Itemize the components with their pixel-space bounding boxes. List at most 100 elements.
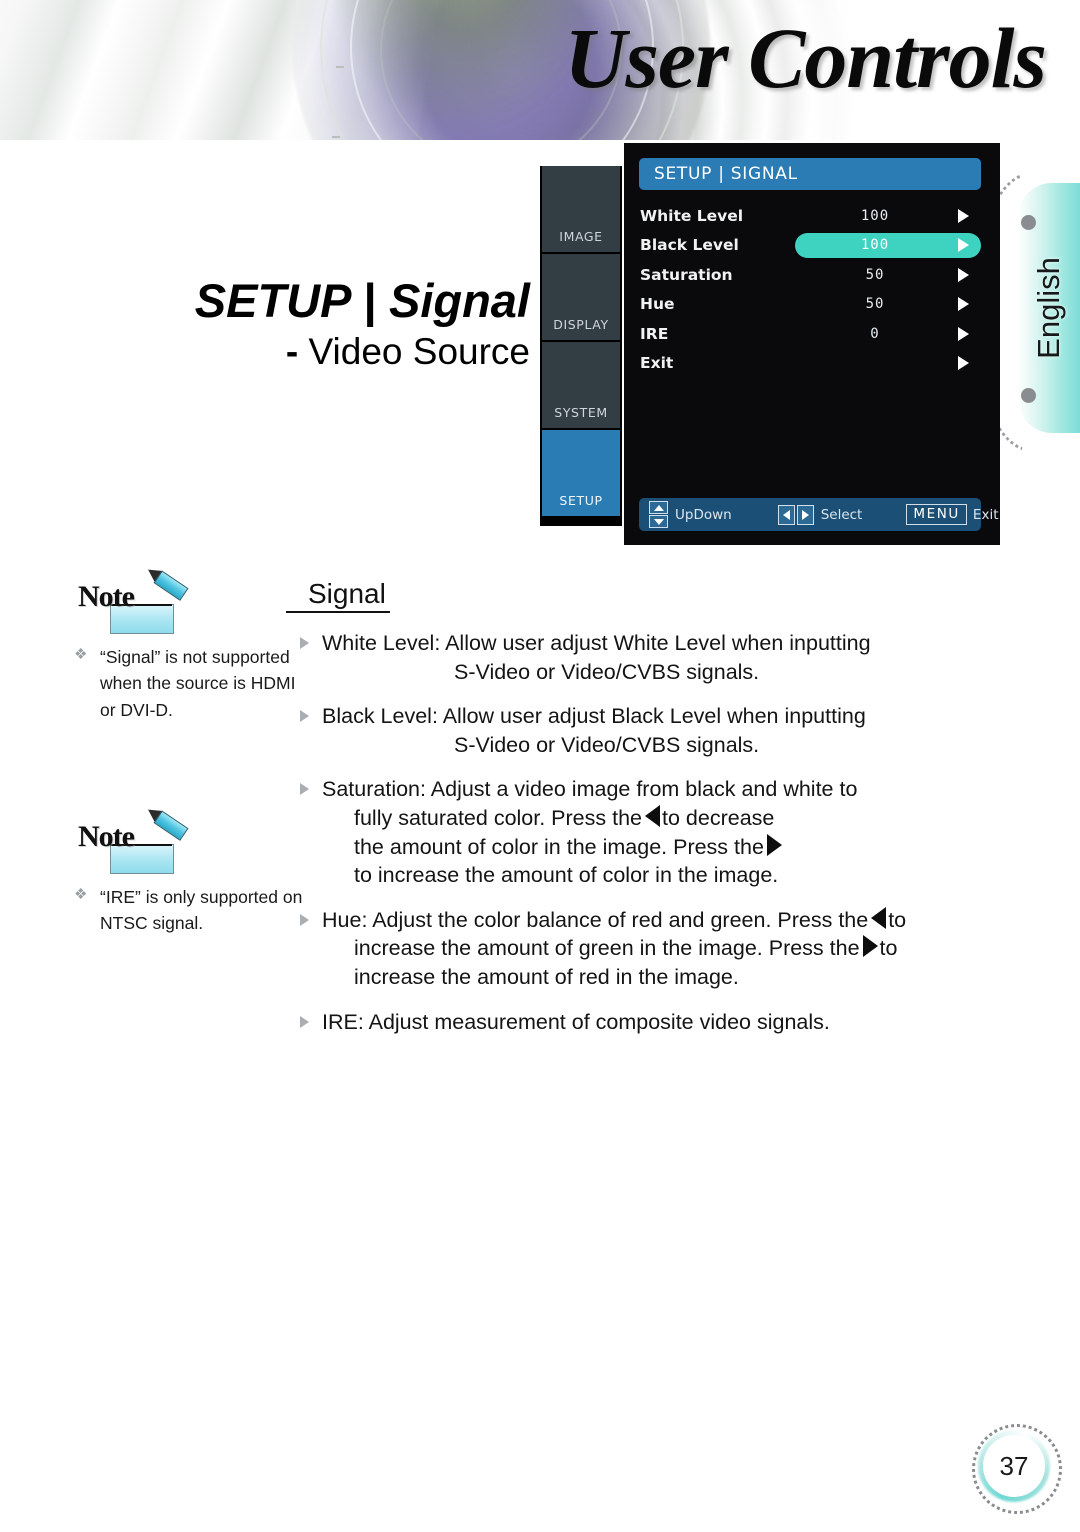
tab-dot-top: [1021, 215, 1036, 230]
osd-row-value: 0: [870, 325, 880, 342]
nav-select: Select: [777, 504, 863, 525]
osd-row-value-area[interactable]: 0: [795, 321, 981, 346]
nav-select-label: Select: [820, 506, 863, 523]
content-line: fully saturated color. Press the to decre…: [322, 804, 1020, 833]
content-line-after: to decrease: [662, 805, 775, 830]
note-text: “Signal” is not supported when the sourc…: [100, 647, 296, 720]
content-bullet-text: Hue: Adjust the color balance of red and…: [322, 906, 1020, 992]
nav-exit: MENU Exit: [906, 504, 999, 525]
page-subtitle-dash: -: [285, 331, 299, 373]
osd-row-white-level[interactable]: White Level 100: [639, 201, 981, 231]
chevron-right-icon: [958, 356, 969, 370]
osd-sidebar-label: IMAGE: [559, 229, 603, 244]
left-right-arrows-icon: [777, 504, 814, 525]
updown-arrows-icon: [649, 501, 668, 528]
note-badge-label: Note: [78, 820, 135, 853]
triangle-bullet-icon: [300, 1008, 322, 1037]
content-line: White Level: Allow user adjust White Lev…: [322, 631, 871, 655]
content-line: Black Level: Allow user adjust Black Lev…: [322, 704, 866, 729]
content-bullet-hue: Hue: Adjust the color balance of red and…: [300, 906, 1020, 992]
note-item: ❖ “IRE” is only supported on NTSC signal…: [72, 884, 312, 937]
osd-row-value: 100: [860, 237, 890, 253]
nav-updown-label: UpDown: [675, 506, 732, 523]
triangle-bullet-icon: [300, 702, 322, 759]
osd-sidebar-item-setup[interactable]: SETUP: [542, 430, 620, 516]
osd-row-value-area[interactable]: 100: [795, 232, 981, 258]
osd-sidebar-label: SETUP: [559, 493, 603, 508]
header-banner: User Controls: [0, 0, 1080, 140]
menu-key-icon: MENU: [906, 504, 967, 525]
chevron-right-icon: [958, 297, 969, 311]
osd-row-label: Exit: [640, 354, 674, 373]
nav-exit-label: Exit: [972, 506, 999, 523]
content-line: S-Video or Video/CVBS signals.: [454, 732, 760, 757]
content-bullet-saturation: Saturation: Adjust a video image from bl…: [300, 775, 1020, 889]
page-title-block: SETUP | Signal - Video Source: [0, 276, 530, 373]
note-badge-icon: Note: [78, 803, 189, 874]
language-side-tab: English: [972, 173, 1080, 451]
content-line: to increase the amount of color in the i…: [354, 863, 779, 888]
page-subtitle: - Video Source: [0, 331, 530, 373]
content-bullet-white-level: White Level: Allow user adjust White Lev…: [300, 629, 1020, 686]
osd-row-label: Hue: [640, 295, 675, 314]
left-arrow-icon: [871, 906, 887, 929]
content-line-after: to: [888, 907, 907, 932]
page-number-inner: 37: [983, 1435, 1045, 1497]
content-line: increase the amount of red in the image.: [354, 964, 739, 989]
content-heading: Signal: [286, 578, 390, 613]
content-bullet-ire: IRE: Adjust measurement of composite vid…: [300, 1008, 1020, 1037]
osd-panel: SETUP | SIGNAL White Level 100 Black Lev…: [624, 143, 1000, 545]
osd-row-black-level[interactable]: Black Level 100: [639, 231, 981, 261]
triangle-bullet-icon: [300, 629, 322, 686]
content-line: increase the amount of green in the imag…: [322, 934, 1020, 963]
osd-row-ire[interactable]: IRE 0: [639, 319, 981, 349]
left-arrow-icon: [645, 804, 661, 827]
right-arrow-icon: [862, 935, 878, 958]
chevron-right-icon: [958, 238, 969, 252]
osd-row-value: 100: [860, 207, 890, 224]
page-title: SETUP | Signal: [194, 274, 530, 327]
osd-sidebar-label: SYSTEM: [554, 405, 608, 420]
content-bullet-text: Black Level: Allow user adjust Black Lev…: [322, 702, 1020, 759]
osd-sidebar-item-image[interactable]: IMAGE: [542, 166, 620, 252]
right-arrow-icon: [766, 833, 782, 856]
note-item: ❖ “Signal” is not supported when the sou…: [72, 644, 312, 723]
triangle-bullet-icon: [300, 775, 322, 889]
triangle-bullet-icon: [300, 906, 322, 992]
osd-header-title: SETUP | SIGNAL: [654, 164, 798, 184]
content-line-text: the amount of color in the image. Press …: [354, 834, 764, 859]
content-section: Signal White Level: Allow user adjust Wh…: [286, 578, 1020, 1037]
osd-row-value: 50: [865, 296, 885, 312]
osd-row-value-area[interactable]: 100: [795, 203, 981, 228]
tab-dot-bottom: [1021, 388, 1036, 403]
osd-row-value-area[interactable]: 50: [795, 292, 981, 317]
content-line: IRE: Adjust measurement of composite vid…: [322, 1009, 830, 1034]
osd-row-exit[interactable]: Exit: [639, 349, 981, 379]
content-bullet-text: IRE: Adjust measurement of composite vid…: [322, 1008, 1020, 1037]
osd-row-value-area[interactable]: 50: [795, 262, 981, 287]
osd-row-label: Black Level: [640, 236, 739, 255]
chevron-right-icon: [958, 326, 969, 341]
note-badge-icon: Note: [78, 563, 189, 634]
content-line-after: to: [879, 936, 898, 961]
content-line: S-Video or Video/CVBS signals.: [454, 659, 760, 684]
note-bullet-icon: ❖: [74, 646, 88, 663]
page-number-text: 37: [999, 1450, 1029, 1481]
osd-menu: IMAGE DISPLAY SYSTEM SETUP SETUP | SIGNA…: [540, 143, 1000, 545]
osd-header-bar: SETUP | SIGNAL: [639, 158, 981, 190]
chevron-right-icon: [958, 267, 969, 282]
osd-row-label: Saturation: [640, 265, 733, 284]
language-label: English: [1031, 257, 1066, 359]
osd-row-value: 50: [865, 266, 885, 283]
note-block-2: Note ❖ “IRE” is only supported on NTSC s…: [72, 803, 312, 937]
osd-sidebar-item-display[interactable]: DISPLAY: [542, 254, 620, 340]
osd-row-hue[interactable]: Hue 50: [639, 290, 981, 320]
page-subtitle-text: Video Source: [308, 331, 530, 373]
osd-row-value-area[interactable]: [795, 351, 981, 376]
osd-row-saturation[interactable]: Saturation 50: [639, 260, 981, 290]
osd-row-label: White Level: [640, 206, 744, 225]
osd-sidebar: IMAGE DISPLAY SYSTEM SETUP: [540, 166, 622, 526]
osd-sidebar-item-system[interactable]: SYSTEM: [542, 342, 620, 428]
osd-row-label: IRE: [640, 324, 669, 343]
chevron-right-icon: [958, 208, 969, 223]
